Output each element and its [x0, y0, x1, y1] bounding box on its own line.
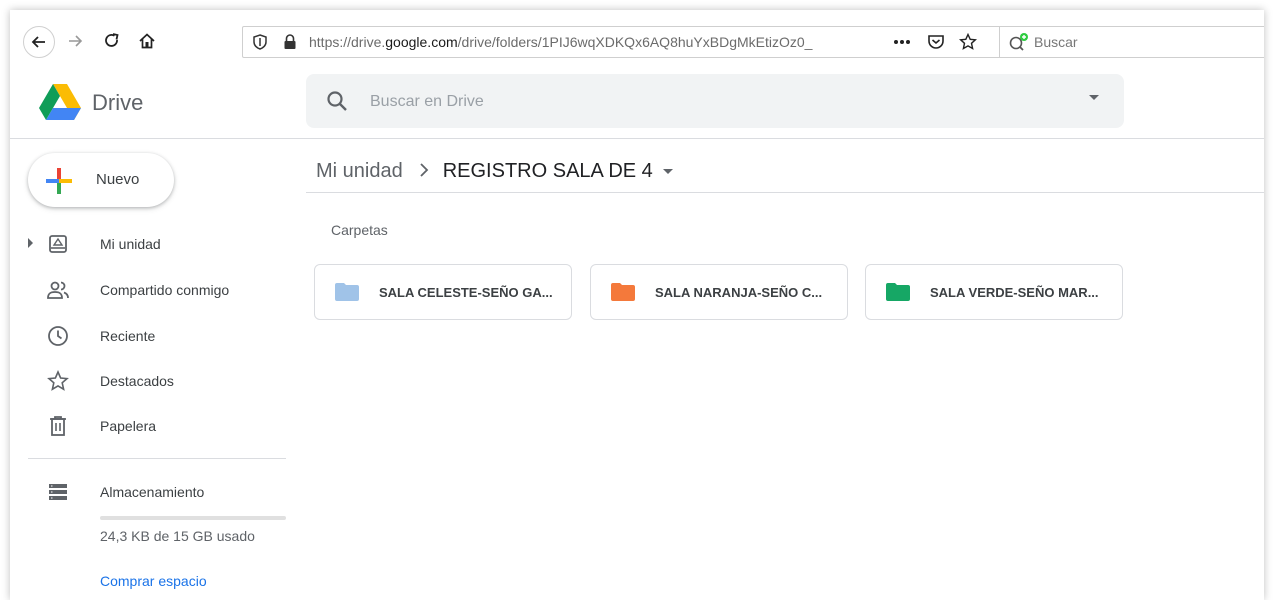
- clock-icon: [46, 324, 70, 348]
- reload-button[interactable]: [99, 28, 125, 54]
- expand-arrow-icon[interactable]: [28, 238, 33, 248]
- sidebar-item-label: Destacados: [100, 373, 174, 389]
- lock-icon[interactable]: [281, 33, 299, 51]
- sidebar-item-storage[interactable]: Almacenamiento: [10, 472, 300, 512]
- browser-search-box[interactable]: Buscar: [999, 26, 1264, 58]
- new-button[interactable]: Nuevo: [28, 153, 174, 207]
- storage-icon: [46, 480, 70, 504]
- star-icon: [46, 369, 70, 393]
- shield-icon[interactable]: [251, 33, 269, 51]
- storage-usage-text: 24,3 KB de 15 GB usado: [100, 528, 255, 544]
- storage-usage-bar: [100, 516, 286, 520]
- back-button[interactable]: [23, 26, 55, 58]
- forward-button[interactable]: [62, 28, 88, 54]
- arrow-right-icon: [69, 35, 83, 47]
- drive-search-bar[interactable]: [306, 74, 1124, 128]
- arrow-left-icon: [31, 36, 45, 48]
- buy-storage-link[interactable]: Comprar espacio: [100, 573, 207, 589]
- sidebar-item-recent[interactable]: Reciente: [10, 316, 300, 356]
- folder-card[interactable]: SALA NARANJA-SEÑO C...: [590, 264, 848, 320]
- address-bar[interactable]: https://drive.google.com/drive/folders/1…: [242, 26, 1004, 58]
- folder-icon: [611, 283, 635, 301]
- url-text[interactable]: https://drive.google.com/drive/folders/1…: [309, 34, 812, 50]
- browser-toolbar: https://drive.google.com/drive/folders/1…: [10, 10, 1264, 72]
- search-icon[interactable]: [326, 90, 348, 112]
- sidebar-item-label: Papelera: [100, 418, 157, 434]
- shared-icon: [46, 278, 70, 302]
- drive-header: Drive: [10, 72, 1264, 139]
- breadcrumb: Mi unidad REGISTRO SALA DE 4: [316, 156, 673, 186]
- pocket-icon[interactable]: [927, 33, 945, 51]
- sidebar-item-label: Compartido conmigo: [100, 282, 230, 298]
- sidebar-item-label: Reciente: [100, 328, 156, 344]
- sidebar-divider: [28, 458, 286, 459]
- home-icon: [139, 33, 155, 49]
- new-button-label: Nuevo: [96, 171, 140, 188]
- folder-icon: [335, 283, 359, 301]
- browser-window: https://drive.google.com/drive/folders/1…: [10, 10, 1264, 600]
- browser-search-placeholder: Buscar: [1034, 34, 1078, 50]
- search-engine-icon: [1008, 32, 1030, 57]
- chevron-down-icon[interactable]: [662, 169, 673, 175]
- folder-name: SALA CELESTE-SEÑO GA...: [379, 285, 553, 300]
- content-divider: [306, 192, 1264, 193]
- folder-card[interactable]: SALA VERDE-SEÑO MAR...: [865, 264, 1123, 320]
- more-icon[interactable]: [893, 33, 911, 51]
- sidebar-item-starred[interactable]: Destacados: [10, 361, 300, 401]
- drive-search-input[interactable]: [368, 88, 1072, 116]
- plus-icon: [46, 168, 72, 194]
- folder-card[interactable]: SALA CELESTE-SEÑO GA...: [314, 264, 572, 320]
- chevron-right-icon: [419, 161, 429, 182]
- my-drive-icon: [46, 232, 70, 256]
- trash-icon: [46, 414, 70, 438]
- storage-label: Almacenamiento: [100, 484, 205, 500]
- folder-name: SALA VERDE-SEÑO MAR...: [930, 285, 1099, 300]
- google-drive-logo-icon[interactable]: [38, 82, 82, 122]
- app-name: Drive: [92, 90, 144, 115]
- breadcrumb-current[interactable]: REGISTRO SALA DE 4: [443, 160, 653, 183]
- sidebar-item-trash[interactable]: Papelera: [10, 406, 300, 446]
- section-label-folders: Carpetas: [331, 222, 388, 238]
- sidebar-item-my-drive[interactable]: Mi unidad: [10, 224, 300, 264]
- sidebar-item-shared[interactable]: Compartido conmigo: [10, 270, 300, 310]
- home-button[interactable]: [134, 28, 160, 54]
- sidebar-item-label: Mi unidad: [100, 236, 161, 252]
- folder-icon: [886, 283, 910, 301]
- breadcrumb-root[interactable]: Mi unidad: [316, 160, 403, 183]
- star-bookmark-icon[interactable]: [959, 33, 977, 51]
- reload-icon: [105, 33, 119, 47]
- chevron-down-icon[interactable]: [1088, 94, 1100, 102]
- folder-name: SALA NARANJA-SEÑO C...: [655, 285, 823, 300]
